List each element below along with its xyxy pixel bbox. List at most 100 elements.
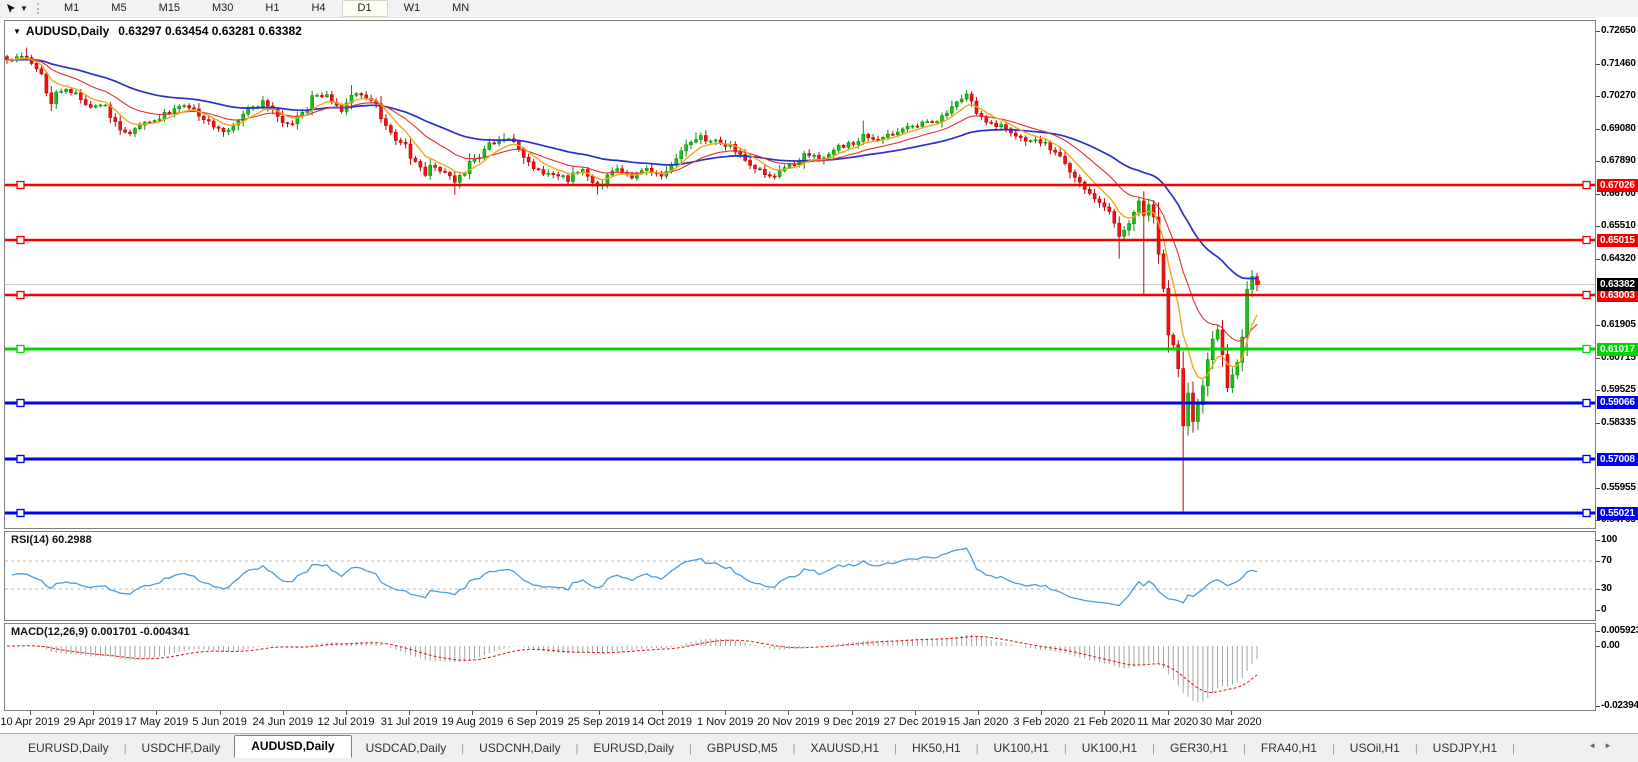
tab-separator: |	[1511, 739, 1516, 758]
date-label: 5 Jun 2019	[192, 716, 246, 728]
cursor-dropdown-caret-icon[interactable]: ▼	[19, 4, 29, 13]
hline-handle[interactable]	[1583, 456, 1590, 463]
hline-handle[interactable]	[1583, 400, 1590, 407]
hline-handle[interactable]	[17, 456, 24, 463]
date-tick	[220, 711, 221, 715]
date-tick	[409, 711, 410, 715]
chart-tab-eurusd-daily[interactable]: EURUSD,Daily	[14, 737, 123, 758]
hline-price-label: 0.57008	[1597, 453, 1638, 466]
macd-tick-label: 0.005923	[1601, 625, 1638, 636]
rsi-indicator-panel[interactable]: RSI(14) 60.2988	[4, 531, 1596, 621]
chart-tab-usdcnh-daily[interactable]: USDCNH,Daily	[465, 737, 574, 758]
hline-handle[interactable]	[17, 400, 24, 407]
chart-tab-ger30-h1[interactable]: GER30,H1	[1156, 737, 1242, 758]
price-tick-label: 0.70270	[1601, 90, 1636, 101]
hline-handle[interactable]	[17, 346, 24, 353]
date-tick	[662, 711, 663, 715]
date-tick	[1168, 711, 1169, 715]
date-tick	[472, 711, 473, 715]
timeframe-button-h4[interactable]: H4	[295, 0, 341, 17]
chart-tab-bar: EURUSD,Daily|USDCHF,DailyAUDUSD,DailyUSD…	[0, 733, 1638, 762]
price-tick-label: 0.64320	[1601, 253, 1636, 264]
timeframe-button-m15[interactable]: M15	[143, 0, 196, 17]
timeframe-button-mn[interactable]: MN	[436, 0, 485, 17]
chart-tab-xauusd-h1[interactable]: XAUUSD,H1	[796, 737, 893, 758]
date-label: 31 Jul 2019	[381, 716, 438, 728]
rsi-tick-label: 70	[1601, 555, 1612, 566]
macd-chart-canvas[interactable]	[5, 624, 1595, 710]
hline-handle[interactable]	[1583, 237, 1590, 244]
tab-scroll-left-icon[interactable]: ◄	[1588, 741, 1604, 750]
date-label: 10 Apr 2019	[0, 716, 59, 728]
price-chart-panel[interactable]: ▼AUDUSD,Daily0.63297 0.63454 0.63281 0.6…	[4, 20, 1596, 529]
timeframe-button-w1[interactable]: W1	[388, 0, 437, 17]
date-tick	[346, 711, 347, 715]
crosshair-cursor-icon[interactable]	[3, 1, 19, 16]
date-label: 15 Jan 2020	[948, 716, 1009, 728]
date-label: 17 May 2019	[125, 716, 189, 728]
rsi-line	[12, 548, 1257, 605]
hline-handle[interactable]	[17, 182, 24, 189]
timeframe-buttons: M1M5M15M30H1H4D1W1MN	[48, 0, 485, 17]
hline-handle[interactable]	[1583, 346, 1590, 353]
chart-tab-hk50-h1[interactable]: HK50,H1	[898, 737, 975, 758]
chart-tab-usdjpy-h1[interactable]: USDJPY,H1	[1419, 737, 1511, 758]
date-label: 25 Sep 2019	[568, 716, 630, 728]
candlestick-chart-canvas[interactable]	[5, 21, 1595, 528]
chart-tab-uk100-h1[interactable]: UK100,H1	[980, 737, 1063, 758]
hline-handle[interactable]	[1583, 292, 1590, 299]
chart-tab-eurusd-daily[interactable]: EURUSD,Daily	[579, 737, 688, 758]
date-tick	[599, 711, 600, 715]
toolbar-grip-handle[interactable]	[37, 3, 42, 14]
hline-handle[interactable]	[1583, 182, 1590, 189]
chart-tab-usdcad-daily[interactable]: USDCAD,Daily	[352, 737, 461, 758]
price-tick-label: 0.67890	[1601, 155, 1636, 166]
date-label: 11 Mar 2020	[1137, 716, 1198, 728]
candles	[6, 48, 1259, 512]
rsi-chart-canvas[interactable]	[5, 532, 1595, 620]
date-label: 29 Apr 2019	[64, 716, 123, 728]
timeframe-button-h1[interactable]: H1	[249, 0, 295, 17]
timeframe-button-d1[interactable]: D1	[342, 0, 388, 17]
chart-tab-audusd-daily[interactable]: AUDUSD,Daily	[234, 735, 351, 758]
date-tick	[283, 711, 284, 715]
date-tick	[1231, 711, 1232, 715]
date-tick	[725, 711, 726, 715]
hline-price-label: 0.59066	[1597, 396, 1638, 409]
chart-tab-gbpusd-m5[interactable]: GBPUSD,M5	[693, 737, 792, 758]
price-tick-label: 0.72650	[1601, 25, 1636, 36]
chart-tab-usdchf-daily[interactable]: USDCHF,Daily	[128, 737, 235, 758]
date-label: 6 Sep 2019	[507, 716, 563, 728]
price-tick-label: 0.69080	[1601, 123, 1636, 134]
date-label: 14 Oct 2019	[632, 716, 692, 728]
date-label: 27 Dec 2019	[884, 716, 946, 728]
date-tick	[156, 711, 157, 715]
macd-signal-line	[7, 637, 1257, 693]
last-price-dot	[1256, 280, 1261, 285]
timeframe-button-m1[interactable]: M1	[48, 0, 95, 17]
price-tick-label: 0.59525	[1601, 384, 1636, 395]
hline-handle[interactable]	[17, 510, 24, 517]
hline-handle[interactable]	[17, 292, 24, 299]
chart-tab-fra40-h1[interactable]: FRA40,H1	[1247, 737, 1331, 758]
time-axis[interactable]: 10 Apr 2019 29 Apr 201917 May 20195 Jun 2…	[0, 711, 1638, 733]
date-tick	[93, 711, 94, 715]
timeframe-button-m5[interactable]: M5	[95, 0, 142, 17]
date-label: 19 Aug 2019	[441, 716, 503, 728]
macd-tick-label: 0.00	[1601, 640, 1620, 651]
date-label: 24 Jun 2019	[253, 716, 314, 728]
timeframe-button-m30[interactable]: M30	[196, 0, 249, 17]
hline-handle[interactable]	[17, 237, 24, 244]
date-tick	[788, 711, 789, 715]
hline-price-label: 0.61017	[1597, 343, 1638, 356]
date-label: 30 Mar 2020	[1200, 716, 1262, 728]
chart-tab-usoil-h1[interactable]: USOil,H1	[1336, 737, 1414, 758]
medium-ma	[7, 59, 1257, 341]
tab-scroll-arrows: ◄►	[1588, 741, 1620, 750]
tab-scroll-right-icon[interactable]: ►	[1604, 741, 1620, 750]
chart-tabs: EURUSD,Daily|USDCHF,DailyAUDUSD,DailyUSD…	[14, 734, 1516, 758]
hline-handle[interactable]	[1583, 510, 1590, 517]
chart-tab-uk100-h1[interactable]: UK100,H1	[1068, 737, 1151, 758]
date-tick	[978, 711, 979, 715]
macd-indicator-panel[interactable]: MACD(12,26,9) 0.001701 -0.004341	[4, 623, 1596, 711]
